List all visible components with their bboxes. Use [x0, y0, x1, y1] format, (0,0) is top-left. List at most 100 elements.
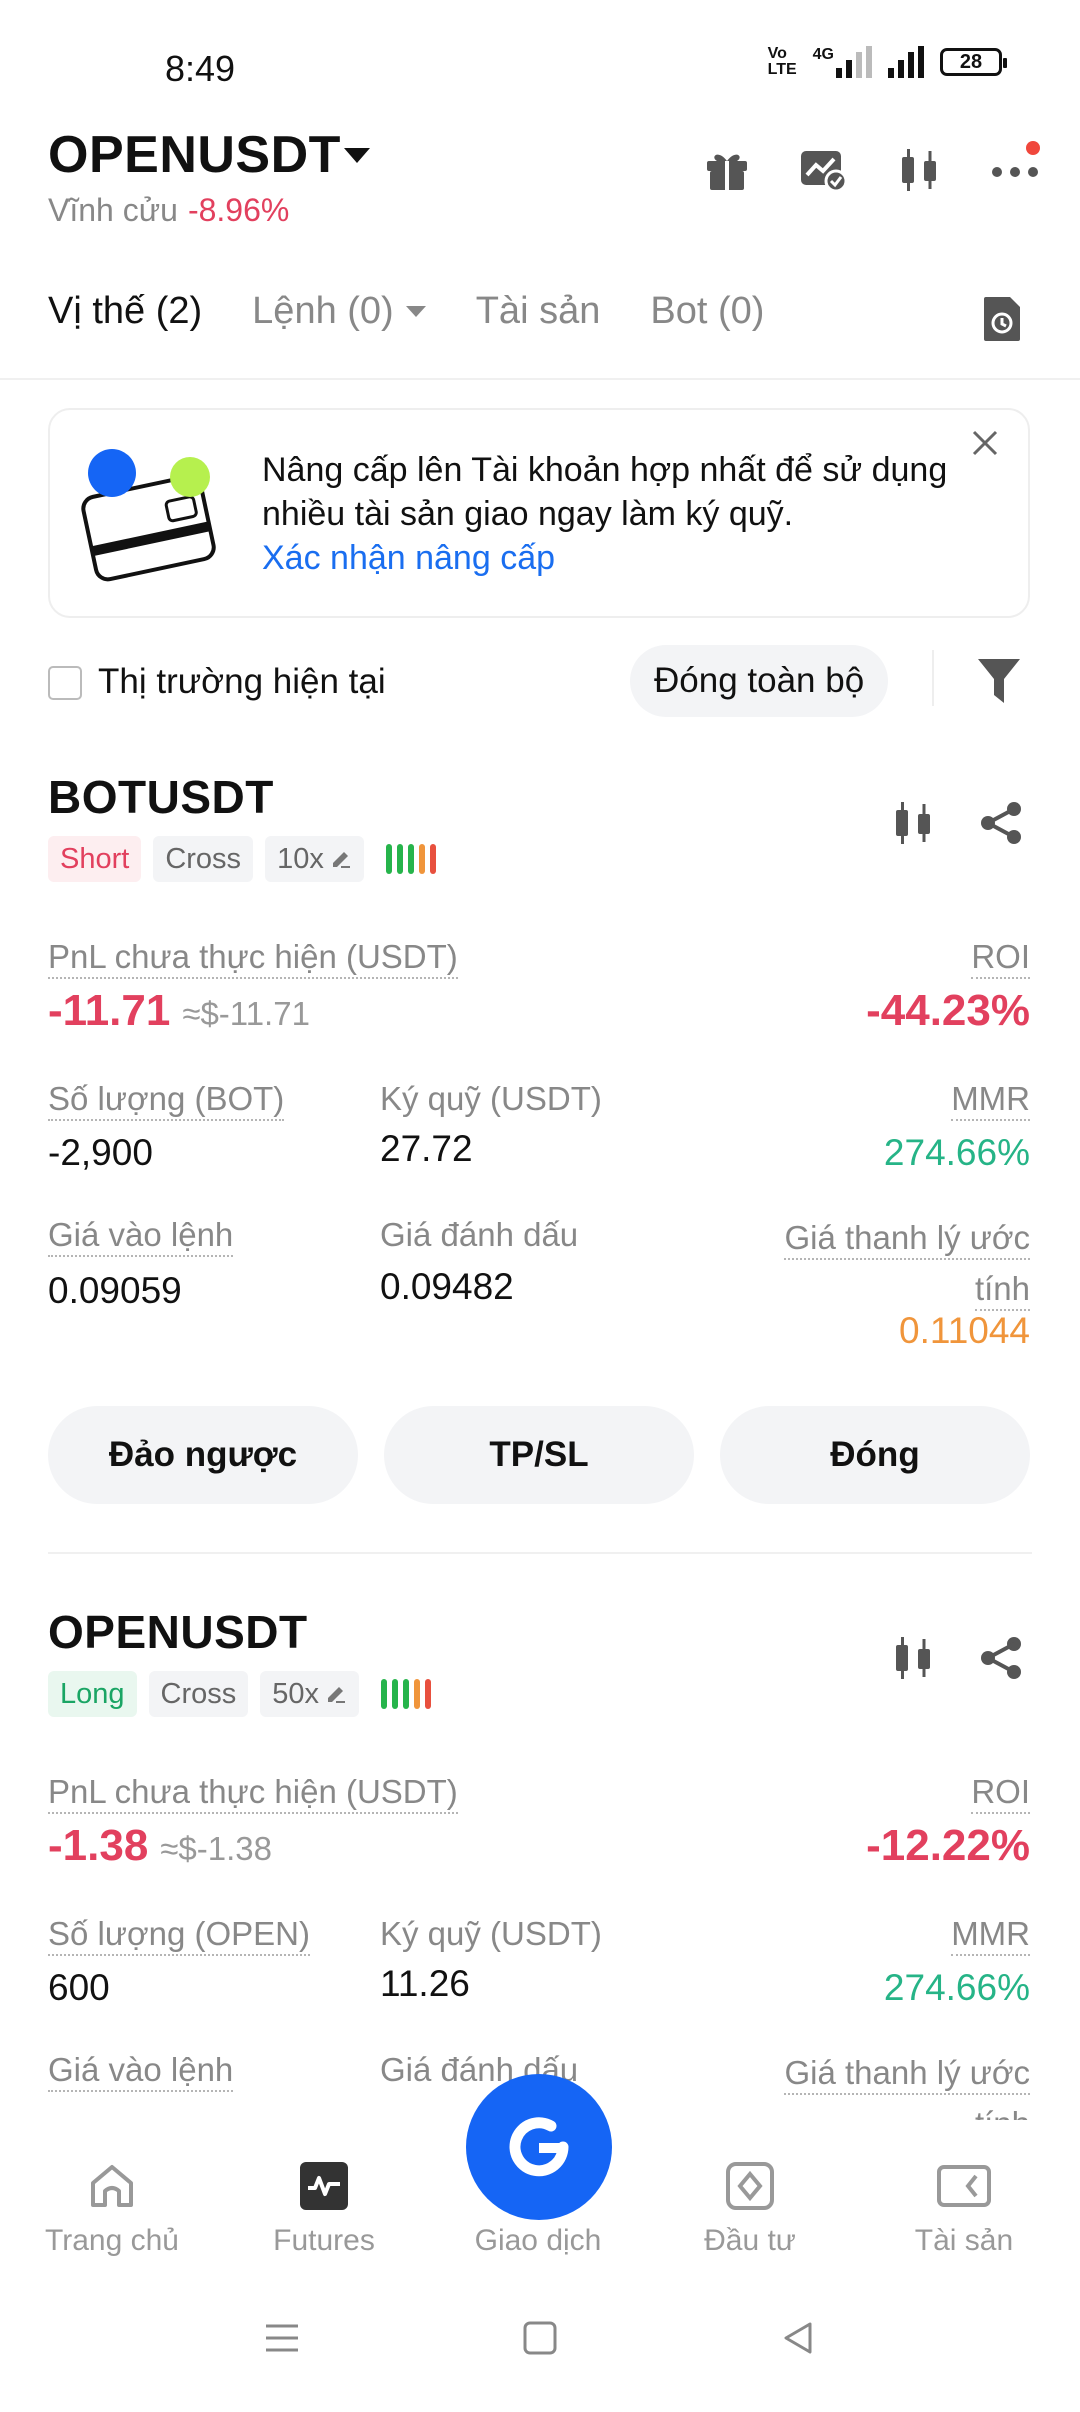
position-symbol[interactable]: OPENUSDT [48, 1605, 308, 1659]
chart-check-icon[interactable] [798, 145, 848, 195]
quantity-value: -2,900 [48, 1132, 153, 1173]
mark-price-value: 0.09482 [380, 1266, 514, 1307]
nav-trade[interactable]: Giao dịch [438, 2158, 638, 2258]
nav-futures[interactable]: Futures [224, 2158, 424, 2258]
pair-selector[interactable]: OPENUSDT [48, 125, 341, 185]
recents-icon[interactable] [262, 2318, 302, 2363]
edit-icon [328, 1687, 346, 1703]
banner-text: Nâng cấp lên Tài khoản hợp nhất để sử dụ… [262, 451, 948, 533]
risk-level-indicator [385, 844, 436, 874]
chevron-down-icon[interactable] [344, 148, 370, 163]
network-type: 4G [812, 46, 834, 63]
roi-value: -44.23% [866, 986, 1030, 1035]
pnl-value: -1.38 [48, 1821, 149, 1870]
price-change: -8.96% [187, 192, 290, 228]
roi-label[interactable]: ROI [971, 1773, 1030, 1814]
toolbar-divider [932, 650, 934, 706]
mark-price-label: Giá đánh dấu [380, 1216, 579, 1253]
wallet-icon [864, 2158, 1064, 2214]
notification-dot [1026, 141, 1040, 155]
margin-label: Ký quỹ (USDT) [380, 1915, 602, 1952]
leverage-value: 10x [277, 843, 324, 875]
mmr-label[interactable]: MMR [951, 1915, 1030, 1956]
roi-value: -12.22% [866, 1821, 1030, 1870]
current-market-checkbox[interactable] [48, 666, 82, 700]
confirm-upgrade-link[interactable]: Xác nhận nâng cấp [262, 536, 962, 580]
position-actions [890, 1635, 1024, 1686]
tabs-divider [0, 378, 1080, 380]
nav-assets[interactable]: Tài sản [864, 2158, 1064, 2258]
nav-assets-label: Tài sản [914, 2224, 1014, 2257]
position-tabs: Vị thế (2) Lệnh (0) Tài sản Bot (0) [48, 290, 814, 333]
close-all-button[interactable]: Đóng toàn bộ [630, 645, 889, 717]
margin-value[interactable]: 11.26 [380, 1963, 470, 2005]
margin-value[interactable]: 27.72 [380, 1128, 473, 1170]
entry-price-label[interactable]: Giá vào lệnh [48, 2051, 234, 2092]
nav-futures-label: Futures [273, 2224, 375, 2257]
position-divider [48, 1552, 1032, 1554]
entry-price-label[interactable]: Giá vào lệnh [48, 1216, 234, 1257]
nav-home-label: Trang chủ [45, 2224, 179, 2257]
liquidation-price-value: 0.11044 [899, 1310, 1030, 1351]
gift-icon[interactable] [702, 145, 752, 195]
mmr-label[interactable]: MMR [951, 1080, 1030, 1121]
reverse-button[interactable]: Đảo ngược [48, 1406, 358, 1504]
pnl-usd-value: ≈$-1.38 [160, 1830, 272, 1867]
tab-orders[interactable]: Lệnh (0) [252, 290, 426, 333]
status-icons: Vo LTE 4G 28 [768, 46, 1007, 78]
position-symbol[interactable]: BOTUSDT [48, 770, 274, 824]
nav-home[interactable]: Trang chủ [12, 2158, 212, 2258]
tab-assets[interactable]: Tài sản [476, 290, 601, 333]
share-icon[interactable] [978, 800, 1024, 851]
margin-mode-badge[interactable]: Cross [148, 1671, 249, 1717]
pnl-value: -11.71 [48, 986, 171, 1035]
leverage-badge[interactable]: 10x [265, 836, 364, 882]
filter-icon[interactable] [976, 655, 1022, 712]
home-icon [12, 2158, 212, 2214]
status-time: 8:49 [165, 48, 236, 89]
pnl-usd-value: ≈$-11.71 [182, 995, 310, 1032]
pnl-label[interactable]: PnL chưa thực hiện (USDT) [48, 938, 458, 979]
contract-type: Vĩnh cửu [48, 192, 178, 228]
home-button-icon[interactable] [520, 2318, 560, 2363]
more-icon[interactable] [990, 141, 1040, 195]
futures-icon [224, 2158, 424, 2214]
order-history-icon[interactable] [980, 295, 1024, 348]
pnl-label[interactable]: PnL chưa thực hiện (USDT) [48, 1773, 458, 1814]
signal-4g-icon: 4G [813, 46, 872, 78]
wallet-illustration-icon [78, 445, 228, 590]
roi-label[interactable]: ROI [971, 938, 1030, 979]
leverage-badge[interactable]: 50x [260, 1671, 360, 1717]
leverage-value: 50x [272, 1678, 320, 1710]
tab-positions[interactable]: Vị thế (2) [48, 290, 202, 333]
tab-bots[interactable]: Bot (0) [650, 290, 764, 333]
margin-label: Ký quỹ (USDT) [380, 1080, 602, 1117]
back-icon[interactable] [778, 2318, 818, 2363]
candlestick-icon[interactable] [894, 145, 944, 195]
close-position-button[interactable]: Đóng [720, 1406, 1030, 1504]
tab-orders-label: Lệnh (0) [252, 290, 394, 332]
mmr-value: 274.66% [883, 1132, 1030, 1173]
share-icon[interactable] [978, 1635, 1024, 1686]
current-market-label: Thị trường hiện tại [98, 662, 386, 701]
candlestick-icon[interactable] [890, 1635, 936, 1686]
pnl-row: -11.71 ≈$-11.71 [48, 986, 310, 1036]
margin-mode-badge[interactable]: Cross [153, 836, 254, 882]
chevron-down-icon [405, 306, 426, 317]
side-badge: Short [48, 836, 142, 882]
candlestick-icon[interactable] [890, 800, 936, 851]
position-actions [890, 800, 1024, 851]
quantity-label[interactable]: Số lượng (OPEN) [48, 1915, 310, 1956]
invest-icon [650, 2158, 850, 2214]
liquidation-price-label[interactable]: Giá thanh lý ước tính [784, 1219, 1030, 1311]
position-tags: Long Cross 50x [48, 1671, 432, 1717]
quantity-label[interactable]: Số lượng (BOT) [48, 1080, 285, 1121]
header-actions [702, 141, 1040, 195]
tpsl-button[interactable]: TP/SL [384, 1406, 694, 1504]
nav-invest-label: Đầu tư [704, 2224, 796, 2257]
risk-level-indicator [381, 1679, 432, 1709]
nav-invest[interactable]: Đầu tư [650, 2158, 850, 2258]
side-badge: Long [48, 1671, 137, 1717]
pnl-row: -1.38 ≈$-1.38 [48, 1821, 272, 1871]
close-icon[interactable] [970, 428, 1000, 463]
